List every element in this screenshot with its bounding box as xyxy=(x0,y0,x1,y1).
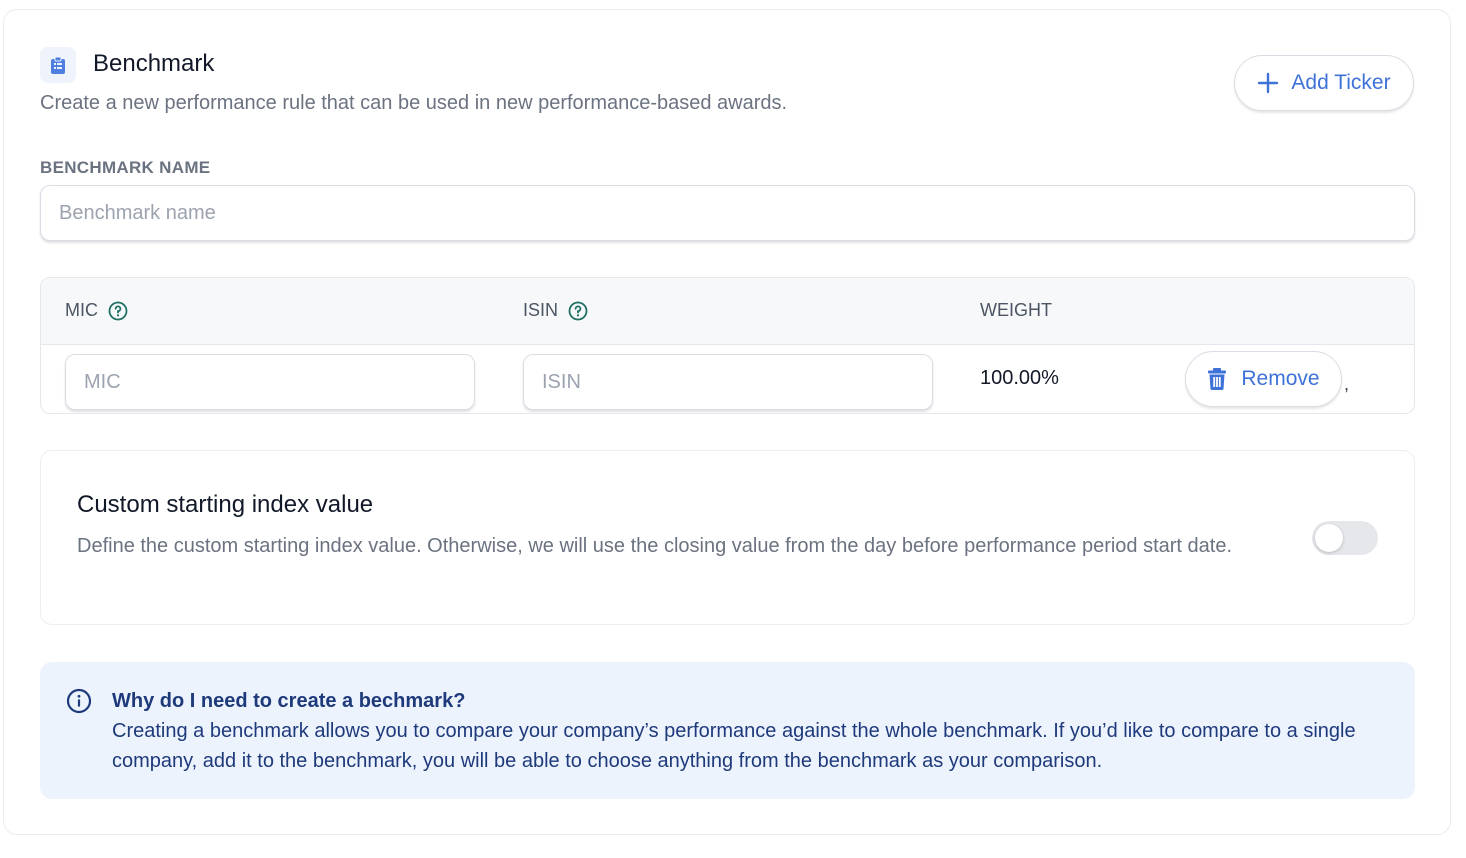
help-icon[interactable] xyxy=(568,301,588,321)
table-header: MIC ISIN WEIGHT xyxy=(41,278,1414,345)
ticker-table: MIC ISIN WEIGHT 100.00% xyxy=(40,277,1415,414)
mic-input[interactable] xyxy=(65,354,475,410)
custom-index-title: Custom starting index value xyxy=(77,491,374,518)
add-ticker-button[interactable]: Add Ticker xyxy=(1234,55,1414,111)
column-header-mic: MIC xyxy=(65,300,128,321)
info-icon xyxy=(66,688,92,714)
page-title: Benchmark xyxy=(93,50,215,77)
benchmark-name-input[interactable] xyxy=(40,185,1415,241)
custom-index-description: Define the custom starting index value. … xyxy=(77,535,1233,557)
custom-index-toggle[interactable] xyxy=(1312,521,1378,555)
trash-icon xyxy=(1208,368,1227,391)
page-subtitle: Create a new performance rule that can b… xyxy=(40,92,788,114)
info-body: Creating a benchmark allows you to compa… xyxy=(112,720,1356,772)
trailing-comma: , xyxy=(1344,374,1350,394)
clipboard-icon xyxy=(40,47,76,83)
plus-icon xyxy=(1258,72,1279,94)
isin-input[interactable] xyxy=(523,354,933,410)
info-banner: Why do I need to create a bechmark? Crea… xyxy=(40,662,1415,799)
help-icon[interactable] xyxy=(108,301,128,321)
weight-value: 100.00% xyxy=(980,367,1059,389)
column-header-weight: WEIGHT xyxy=(980,300,1052,320)
toggle-knob xyxy=(1315,524,1343,552)
remove-button[interactable]: Remove xyxy=(1185,351,1342,407)
column-header-isin: ISIN xyxy=(523,300,588,321)
benchmark-name-label: BENCHMARK NAME xyxy=(40,158,211,177)
info-title: Why do I need to create a bechmark? xyxy=(112,690,466,712)
custom-index-section: Custom starting index value Define the c… xyxy=(40,450,1415,625)
add-ticker-label: Add Ticker xyxy=(1291,71,1391,94)
benchmark-card: Benchmark Create a new performance rule … xyxy=(3,9,1451,835)
remove-label: Remove xyxy=(1241,367,1320,390)
